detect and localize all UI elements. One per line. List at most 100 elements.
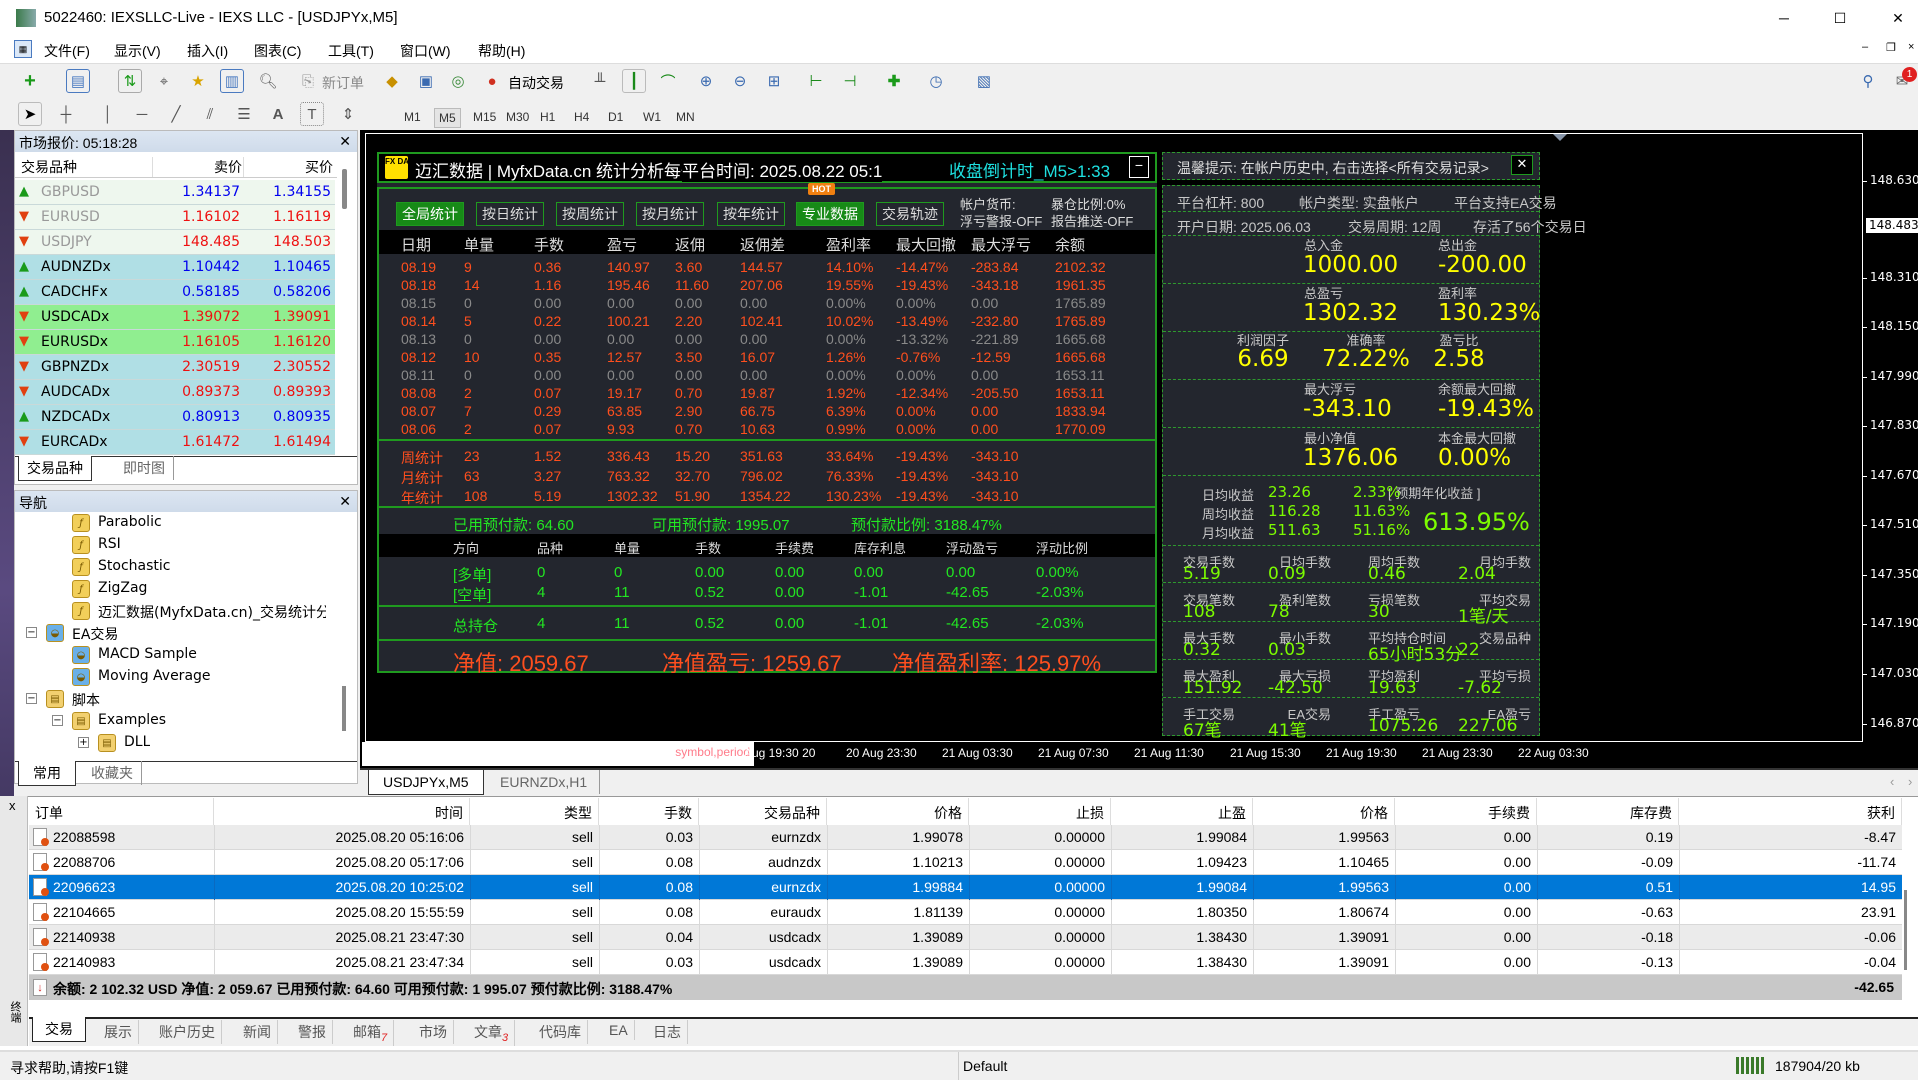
terminal-tab-0[interactable]: 交易 xyxy=(32,1017,86,1042)
minimize-panel-button[interactable]: − xyxy=(1129,156,1149,178)
timeframe-m30[interactable]: M30 xyxy=(502,108,533,126)
navigator-item[interactable]: ƒ Parabolic xyxy=(0,512,340,534)
tab-symbols[interactable]: 交易品种 xyxy=(18,456,92,481)
cursor-icon[interactable]: ➤ xyxy=(18,102,42,126)
terminal-icon[interactable]: ▥ xyxy=(220,69,244,93)
close-icon[interactable]: ✕ xyxy=(339,493,351,510)
autoscroll-icon[interactable]: ⊣ xyxy=(838,69,862,93)
close-icon[interactable]: x xyxy=(9,798,16,813)
scroll-left-icon[interactable]: ‹ xyxy=(1890,774,1894,789)
timeframe-d1[interactable]: D1 xyxy=(604,108,627,126)
stats-button-0[interactable]: 全局统计 xyxy=(396,202,464,226)
new-order-icon[interactable]: ⎘ xyxy=(296,69,320,93)
terminal-tab-3[interactable]: 新闻 xyxy=(237,1020,278,1044)
terminal-column-header[interactable]: 止损 xyxy=(969,798,1111,825)
collapse-icon[interactable]: − xyxy=(52,715,63,726)
order-row[interactable]: 22104665 2025.08.20 15:55:59 sell 0.08 eurau… xyxy=(29,900,1902,925)
vertical-line-icon[interactable]: │ xyxy=(96,102,120,126)
market-watch-row[interactable]: ▼ EURCADx 1.61472 1.61494 xyxy=(15,430,335,455)
line-chart-icon[interactable]: ⌒ xyxy=(656,69,680,93)
navigator-item[interactable]: ◒ MACD Sample xyxy=(0,644,340,666)
market-watch-row[interactable]: ▲ NZDCADx 0.80913 0.80935 xyxy=(15,405,335,430)
new-order-button[interactable]: 新订单 xyxy=(322,73,364,93)
close-tip-button[interactable]: ✕ xyxy=(1511,155,1533,175)
profiles-icon[interactable]: ▤ xyxy=(66,69,90,93)
close-window-icon[interactable]: ✕ xyxy=(1886,6,1910,30)
zoom-in-icon[interactable]: ⊕ xyxy=(694,69,718,93)
navigator-item[interactable]: ƒ 迈汇数据(MyfxData.cn)_交易统计分 xyxy=(0,600,340,622)
metaeditor-icon[interactable]: ◆ xyxy=(380,69,404,93)
zoom-out-icon[interactable]: ⊖ xyxy=(728,69,752,93)
column-ask[interactable]: 买价 xyxy=(243,157,333,177)
timeframe-mn[interactable]: MN xyxy=(672,108,699,126)
templates-icon[interactable]: ▧ xyxy=(972,69,996,93)
market-watch-row[interactable]: ▲ GBPUSD 1.34137 1.34155 xyxy=(15,180,335,205)
menu-window[interactable]: 窗口(W) xyxy=(400,41,451,61)
terminal-column-header[interactable]: 时间 xyxy=(214,798,470,825)
collapse-icon[interactable]: − xyxy=(26,693,37,704)
market-icon[interactable]: ◎ xyxy=(446,69,470,93)
stats-button-5[interactable]: 专业数据 xyxy=(796,202,864,226)
tile-windows-icon[interactable]: ⊞ xyxy=(762,69,786,93)
market-watch-row[interactable]: ▼ EURUSD 1.16102 1.16119 xyxy=(15,205,335,230)
status-profile[interactable]: Default xyxy=(963,1058,1007,1074)
navigator-item[interactable]: − ▤ Examples xyxy=(0,710,340,732)
terminal-tab-9[interactable]: EA xyxy=(603,1020,635,1040)
search-icon[interactable]: ⚲ xyxy=(1856,69,1880,93)
terminal-tab-7[interactable]: 文章3 xyxy=(468,1020,516,1046)
column-bid[interactable]: 卖价 xyxy=(152,157,242,177)
stats-button-4[interactable]: 按年统计 xyxy=(717,202,785,226)
auto-trading-button[interactable]: 自动交易 xyxy=(508,73,564,93)
scroll-right-icon[interactable]: › xyxy=(1908,774,1912,789)
terminal-tab-5[interactable]: 邮箱7 xyxy=(347,1020,395,1046)
equidistant-channel-icon[interactable]: ⫽ xyxy=(198,102,222,126)
stats-button-6[interactable]: 交易轨迹 xyxy=(876,202,944,226)
market-watch-row[interactable]: ▼ USDCADx 1.39072 1.39091 xyxy=(15,305,335,330)
timeframe-h1[interactable]: H1 xyxy=(536,108,559,126)
terminal-column-header[interactable]: 手数 xyxy=(599,798,699,825)
scrollbar-thumb[interactable] xyxy=(342,169,347,209)
strategy-tester-icon[interactable]: 🔍︎ xyxy=(256,69,280,93)
timeframe-m15[interactable]: M15 xyxy=(469,108,500,126)
terminal-column-header[interactable]: 交易品种 xyxy=(699,798,827,825)
market-watch-row[interactable]: ▲ AUDNZDx 1.10442 1.10465 xyxy=(15,255,335,280)
chart-shift-icon[interactable]: ⊢ xyxy=(804,69,828,93)
navigator-item[interactable]: ◒ Moving Average xyxy=(0,666,340,688)
terminal-column-header[interactable]: 库存费 xyxy=(1537,798,1679,825)
menu-charts[interactable]: 图表(C) xyxy=(254,41,301,61)
terminal-column-header[interactable]: 手续费 xyxy=(1395,798,1537,825)
stats-button-1[interactable]: 按日统计 xyxy=(476,202,544,226)
close-icon[interactable]: ✕ xyxy=(339,133,351,150)
report-push-toggle[interactable]: 报告推送-OFF xyxy=(1051,211,1133,230)
terminal-tab-4[interactable]: 警报 xyxy=(292,1020,333,1044)
navigator-icon[interactable]: ★ xyxy=(186,69,210,93)
market-watch-row[interactable]: ▲ CADCHFx 0.58185 0.58206 xyxy=(15,280,335,305)
timeframe-m1[interactable]: M1 xyxy=(400,108,425,126)
order-row[interactable]: 22096623 2025.08.20 10:25:02 sell 0.08 eurnz… xyxy=(29,875,1902,900)
navigator-item[interactable]: − ◒ EA交易 xyxy=(0,622,340,644)
menu-file[interactable]: 文件(F) xyxy=(44,41,90,61)
timeframe-w1[interactable]: W1 xyxy=(639,108,665,126)
navigator-item[interactable]: ƒ ZigZag xyxy=(0,578,340,600)
expand-icon[interactable]: + xyxy=(78,737,89,748)
stats-button-3[interactable]: 按月统计 xyxy=(636,202,704,226)
tab-tick-chart[interactable]: 即时图 xyxy=(115,456,174,480)
terminal-scrollbar[interactable] xyxy=(1904,890,1907,970)
maximize-window-icon[interactable]: ☐ xyxy=(1828,6,1852,30)
terminal-column-header[interactable]: 订单 xyxy=(29,798,214,825)
fibonacci-icon[interactable]: ☰ xyxy=(232,102,256,126)
collapse-icon[interactable]: − xyxy=(26,627,37,638)
navigator-item[interactable]: ƒ RSI xyxy=(0,534,340,556)
navigator-item[interactable]: + ▤ DLL xyxy=(0,732,340,754)
terminal-tab-10[interactable]: 日志 xyxy=(647,1020,688,1044)
terminal-tab-8[interactable]: 代码库 xyxy=(533,1020,588,1044)
menu-insert[interactable]: 插入(I) xyxy=(187,41,228,61)
tab-common[interactable]: 常用 xyxy=(18,761,76,786)
order-row[interactable]: 22088598 2025.08.20 05:16:06 sell 0.03 eurnz… xyxy=(29,825,1902,850)
navigator-item[interactable]: − ▤ 脚本 xyxy=(0,688,340,710)
horizontal-line-icon[interactable]: ─ xyxy=(130,102,154,126)
crosshair-icon[interactable]: ┼ xyxy=(54,102,78,126)
chart-shift-marker-icon[interactable] xyxy=(1553,134,1567,141)
bar-chart-icon[interactable]: ╨ xyxy=(588,69,612,93)
timeframe-h4[interactable]: H4 xyxy=(570,108,593,126)
